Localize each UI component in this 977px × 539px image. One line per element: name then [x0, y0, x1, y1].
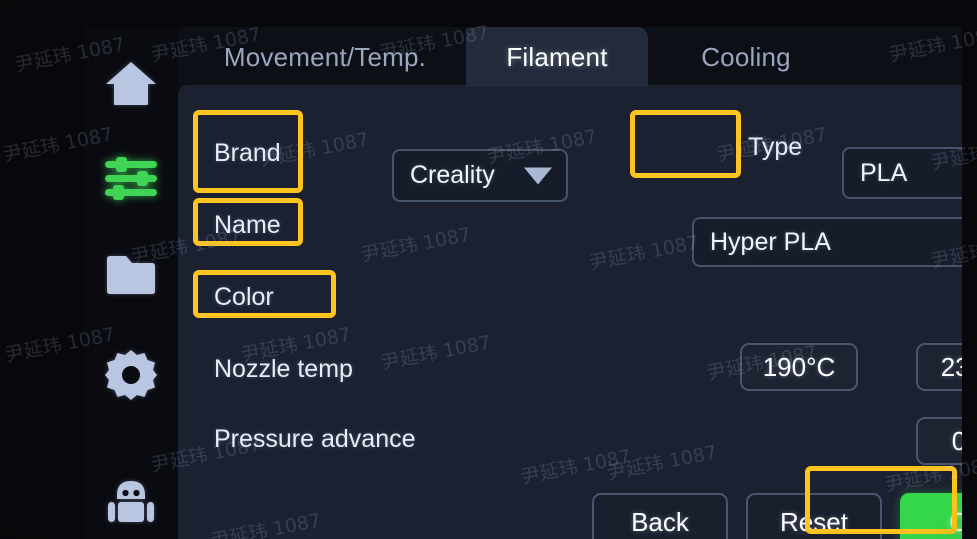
ok-button[interactable]: OK: [900, 493, 962, 539]
name-dropdown[interactable]: Hyper PLA: [692, 217, 962, 267]
color-label: Color: [214, 283, 274, 311]
sidebar-nav: [84, 27, 178, 539]
back-button[interactable]: Back: [592, 493, 728, 539]
type-dropdown[interactable]: PLA: [842, 147, 962, 199]
gear-icon: [105, 349, 157, 401]
pressure-advance-label: Pressure advance: [214, 425, 416, 453]
nozzle-temp-min-field[interactable]: 190°C: [740, 343, 858, 391]
pressure-advance-field[interactable]: 0.04: [916, 417, 962, 465]
folder-icon: [104, 253, 158, 297]
device-photo: Movement/Temp. Filament Cooling Brand Cr…: [0, 0, 977, 539]
type-value: PLA: [860, 158, 908, 187]
sidebar-item-home[interactable]: [84, 51, 178, 115]
brand-dropdown[interactable]: Creality: [392, 149, 568, 202]
name-label: Name: [214, 211, 281, 239]
sidebar-item-assistant[interactable]: [84, 467, 178, 531]
chevron-down-icon: [524, 167, 552, 184]
type-label: Type: [748, 133, 803, 161]
brand-label: Brand: [214, 139, 281, 167]
sidebar-item-settings[interactable]: [84, 343, 178, 407]
tab-bar: Movement/Temp. Filament Cooling: [178, 27, 962, 87]
sidebar-item-tune[interactable]: [84, 147, 178, 211]
nozzle-temp-max-field[interactable]: 230°C: [916, 343, 962, 391]
name-value: Hyper PLA: [710, 227, 831, 256]
sliders-icon: [103, 156, 159, 202]
brand-value: Creality: [410, 161, 495, 189]
filament-settings-panel: Brand Creality Type PLA Name Hyper PLA C…: [178, 85, 962, 539]
home-icon: [104, 59, 158, 107]
printer-touchscreen: Movement/Temp. Filament Cooling Brand Cr…: [84, 27, 962, 539]
robot-icon: [106, 475, 156, 523]
sidebar-item-files[interactable]: [84, 243, 178, 307]
reset-button[interactable]: Reset: [746, 493, 882, 539]
tab-cooling[interactable]: Cooling: [648, 27, 844, 87]
tab-movement-temp[interactable]: Movement/Temp.: [184, 27, 466, 87]
nozzle-temp-label: Nozzle temp: [214, 355, 353, 383]
tab-filament[interactable]: Filament: [466, 27, 648, 87]
